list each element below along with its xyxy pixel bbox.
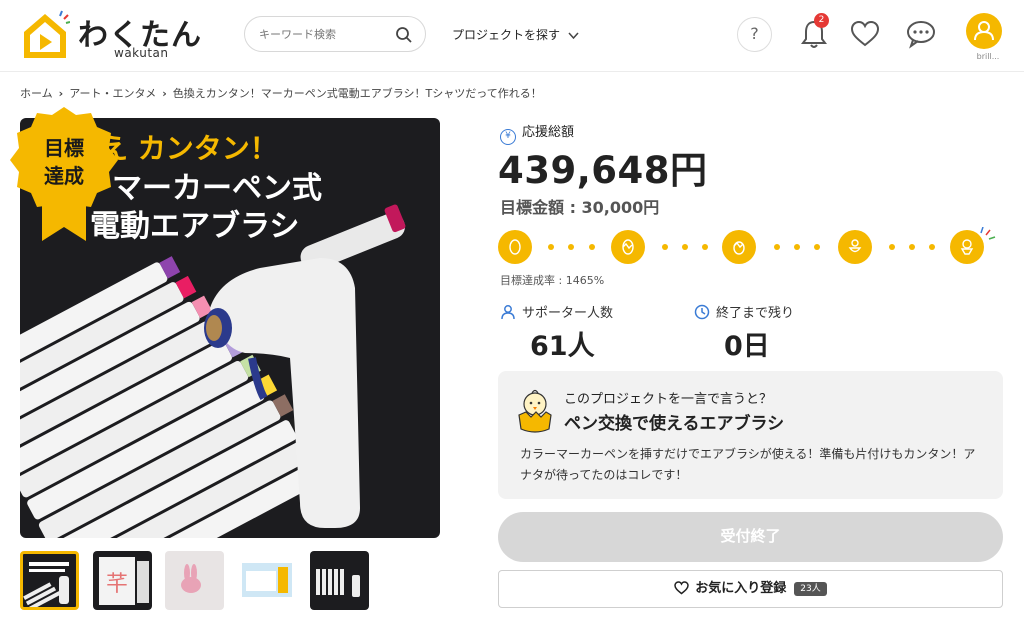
supporters-label: サポーター人数 <box>500 302 613 321</box>
goal-achieved-badge: 目標 達成 <box>10 107 118 241</box>
pitch-question: このプロジェクトを一言で言うと？ <box>564 392 773 407</box>
favorite-label: お気に入り登録 <box>695 581 787 596</box>
chat-icon[interactable] <box>905 19 937 49</box>
total-support-label-text: 応援総額 <box>522 125 575 140</box>
pitch-description: カラーマーカーペンを挿すだけでエアブラシが使える！準備も片付けもカンタン！アナタ… <box>520 447 976 482</box>
logo-subtext: wakutan <box>114 46 169 60</box>
total-support-amount: 439,648円 <box>498 149 708 192</box>
search-icon[interactable] <box>395 26 413 44</box>
logo-house-icon <box>24 10 70 58</box>
person-icon <box>501 305 515 320</box>
project-pitch-box: このプロジェクトを一言で言うと？ ペン交換で使えるエアブラシ カラーマーカーペン… <box>498 371 1003 499</box>
clock-icon <box>694 304 710 320</box>
breadcrumb-home[interactable]: ホーム <box>20 87 53 100</box>
search-input[interactable] <box>259 25 389 43</box>
thumbnail-2[interactable]: 芊 <box>93 551 152 610</box>
thumbnail-1[interactable] <box>20 551 79 610</box>
project-menu-label: プロジェクトを探す <box>452 28 561 42</box>
notification-badge: 2 <box>814 13 829 28</box>
image-headline-2: マーカーペン式 <box>112 171 322 206</box>
thumbnail-4[interactable] <box>238 551 297 610</box>
site-logo[interactable]: わくたん wakutan <box>20 8 210 62</box>
badge-line-1: 目標 <box>44 136 84 160</box>
search-box <box>244 16 426 52</box>
remaining-label-text: 終了まで残り <box>716 306 795 321</box>
supporters-label-text: サポーター人数 <box>522 306 614 321</box>
site-header: わくたん wakutan プロジェクトを探す ? 2 bri <box>0 0 1024 72</box>
heart-icon[interactable] <box>850 20 880 48</box>
remaining-days: 0日 <box>724 331 770 362</box>
favorite-button[interactable]: お気に入り登録 23人 <box>498 570 1003 608</box>
goal-amount: 目標金額 : 30,000円 <box>500 198 660 217</box>
breadcrumb-category[interactable]: アート・エンタメ <box>69 87 156 100</box>
badge-line-2: 達成 <box>44 164 84 188</box>
remaining-label: 終了まで残り <box>694 302 794 321</box>
chevron-right-icon: › <box>58 87 64 100</box>
heart-icon <box>674 581 690 595</box>
svg-text:芊: 芊 <box>106 572 128 597</box>
progress-track <box>498 227 996 264</box>
achievement-rate: 目標達成率 : 1465% <box>500 274 605 287</box>
closed-button[interactable]: 受付終了 <box>498 512 1003 562</box>
favorite-count-badge: 23人 <box>794 582 827 596</box>
pitch-title: ペン交換で使えるエアブラシ <box>564 414 785 434</box>
thumbnail-5[interactable] <box>310 551 369 610</box>
help-button[interactable]: ? <box>737 17 772 52</box>
project-menu-dropdown[interactable]: プロジェクトを探す <box>452 26 579 43</box>
breadcrumb-current: 色換えカンタン！マーカーペン式電動エアブラシ！Tシャツだって作れる！ <box>172 87 542 100</box>
thumbnail-3[interactable] <box>165 551 224 610</box>
chick-icon <box>518 389 552 433</box>
image-headline-3: 電動エアブラシ <box>90 209 299 244</box>
breadcrumb: ホーム › アート・エンタメ › 色換えカンタン！マーカーペン式電動エアブラシ！Tシャツ… <box>20 85 542 101</box>
supporters-count: 61人 <box>530 331 595 362</box>
user-icon <box>974 21 994 41</box>
user-name: brill... <box>976 52 1000 61</box>
user-avatar[interactable] <box>966 13 1002 49</box>
image-headline-1: え カンタン！ <box>100 132 278 165</box>
chevron-down-icon <box>568 31 579 39</box>
chevron-right-icon: › <box>162 87 167 100</box>
